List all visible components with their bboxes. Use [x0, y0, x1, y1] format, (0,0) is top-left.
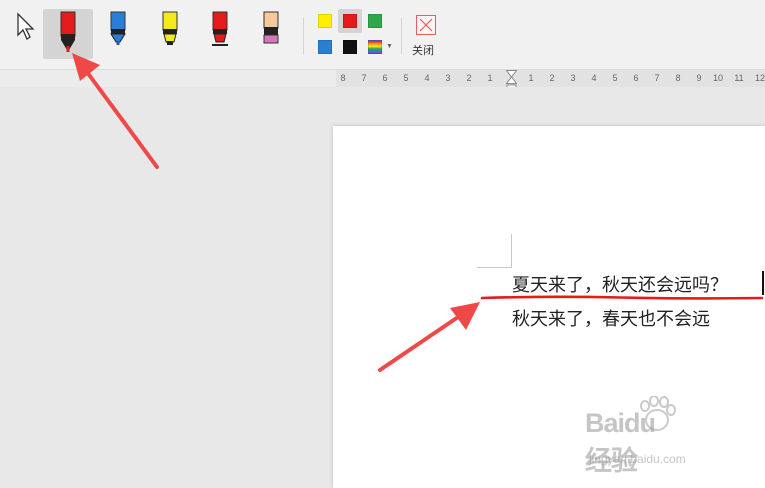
color-swatch-yellow[interactable]: [318, 14, 332, 28]
ruler-tick-label: 5: [612, 73, 618, 83]
page-margin-corner-mark: [477, 234, 512, 268]
ruler-tick-label: 8: [340, 73, 346, 83]
text-line-2[interactable]: 秋天来了，春天也不会远: [512, 305, 710, 331]
ruler-tick-label: 8: [675, 73, 681, 83]
eraser-icon: [261, 11, 281, 56]
pen-icon: [108, 11, 128, 56]
horizontal-ruler: 8 7 6 5 4 3 2 1 1 2 3 4 5 6 7 8 9 10 11 …: [336, 70, 765, 93]
color-swatch-red[interactable]: [343, 14, 357, 28]
ruler-tick-label: 5: [403, 73, 409, 83]
ruler-tick-label: 7: [361, 73, 367, 83]
ruler-tick-label: 6: [382, 73, 388, 83]
yellow-highlighter-tool[interactable]: [145, 9, 195, 59]
ruler-tick-label: 3: [570, 73, 576, 83]
ruler-tick-label: 10: [712, 73, 723, 83]
ruler-tick-label: 7: [654, 73, 660, 83]
pen-icon: [58, 11, 78, 62]
color-swatch-blue[interactable]: [318, 40, 332, 54]
ruler-tick-label: 4: [591, 73, 597, 83]
ruler-tick-label: 4: [424, 73, 430, 83]
ruler-tick-label: 11: [734, 73, 744, 83]
watermark-url: jingyan.baidu.com: [589, 452, 686, 466]
red-pen-tool[interactable]: [43, 9, 93, 59]
ruler-tick-label: 2: [466, 73, 472, 83]
cursor-arrow-icon: [15, 11, 35, 46]
ink-toolbar: ▼ 关闭: [0, 0, 765, 70]
close-button[interactable]: 关闭: [406, 9, 444, 59]
toolbar-separator: [303, 18, 304, 54]
close-label: 关闭: [412, 45, 434, 57]
ruler-tick-label: 6: [633, 73, 639, 83]
highlighter-icon: [210, 11, 230, 56]
chevron-down-icon[interactable]: ▼: [386, 43, 393, 50]
ruler-tick-label: 1: [528, 73, 534, 83]
ruler-tick-label: 12: [754, 73, 765, 83]
watermark-logo: Baidu经验: [585, 408, 656, 476]
toolbar-separator: [401, 18, 402, 54]
red-highlighter-tool[interactable]: [195, 9, 245, 59]
close-icon: [416, 15, 436, 35]
blue-pen-tool[interactable]: [93, 9, 143, 59]
color-swatch-green[interactable]: [368, 14, 382, 28]
ruler-tick-label: 3: [445, 73, 451, 83]
ruler-tick-label: 9: [696, 73, 702, 83]
text-cursor: [762, 271, 764, 295]
highlighter-icon: [160, 11, 180, 56]
ruler-tick-label: 1: [487, 73, 493, 83]
color-swatch-more[interactable]: [368, 40, 382, 54]
eraser-tool[interactable]: [246, 9, 296, 59]
red-ink-underline: [480, 295, 764, 300]
ruler-tick-label: 2: [549, 73, 555, 83]
color-swatch-black[interactable]: [343, 40, 357, 54]
